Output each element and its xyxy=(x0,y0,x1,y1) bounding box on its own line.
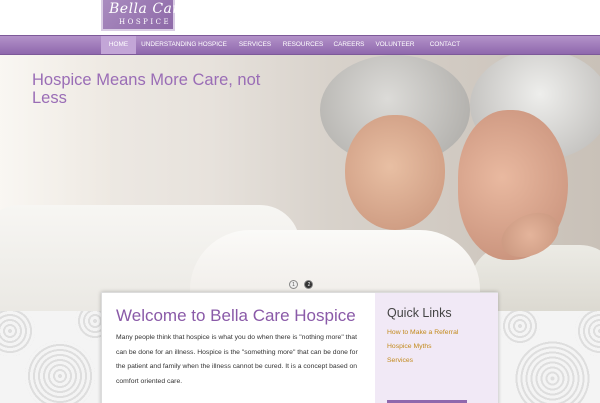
nav-item-contact[interactable]: CONTACT xyxy=(425,36,465,54)
nav-item-services[interactable]: SERVICES xyxy=(235,36,275,54)
decorative-medallion xyxy=(0,311,35,356)
welcome-title: Welcome to Bella Care Hospice xyxy=(116,306,356,325)
logo-script-text: Bella Care xyxy=(109,1,189,17)
site-logo[interactable]: Bella Care HOSPICE xyxy=(101,0,188,31)
decorative-medallion xyxy=(500,311,540,346)
quick-links-panel: Quick Links How to Make a Referral Hospi… xyxy=(375,293,498,403)
main-nav: HOME UNDERSTANDING HOSPICE SERVICES RESO… xyxy=(0,35,600,55)
nav-item-careers[interactable]: CAREERS xyxy=(331,36,367,54)
quick-link-hospice-myths[interactable]: Hospice Myths xyxy=(387,343,432,350)
slider-pagination: 1 2 xyxy=(289,273,315,289)
site-header: Bella Care HOSPICE xyxy=(0,0,600,35)
decorative-medallion xyxy=(575,311,600,356)
nav-item-understanding-hospice[interactable]: UNDERSTANDING HOSPICE xyxy=(140,36,228,54)
quick-link-services[interactable]: Services xyxy=(387,357,413,364)
nav-item-resources[interactable]: RESOURCES xyxy=(281,36,325,54)
hero-photo-woman-face xyxy=(345,115,445,230)
quick-link-referral[interactable]: How to Make a Referral xyxy=(387,329,458,336)
quick-links-title: Quick Links xyxy=(387,306,452,320)
hero-slider: Hospice Means More Care, not Less 1 2 xyxy=(0,55,600,311)
nav-item-home[interactable]: HOME xyxy=(101,36,136,54)
nav-item-volunteer[interactable]: VOLUNTEER xyxy=(373,36,417,54)
welcome-body: Many people think that hospice is what y… xyxy=(116,334,358,385)
hero-title: Hospice Means More Care, not Less xyxy=(32,71,261,107)
slider-dot-1[interactable]: 1 xyxy=(289,280,298,289)
logo-subtitle: HOSPICE xyxy=(119,18,172,26)
decorative-medallion xyxy=(25,341,95,403)
welcome-card: Welcome to Bella Care Hospice Many peopl… xyxy=(101,292,498,403)
decorative-medallion xyxy=(515,341,590,403)
